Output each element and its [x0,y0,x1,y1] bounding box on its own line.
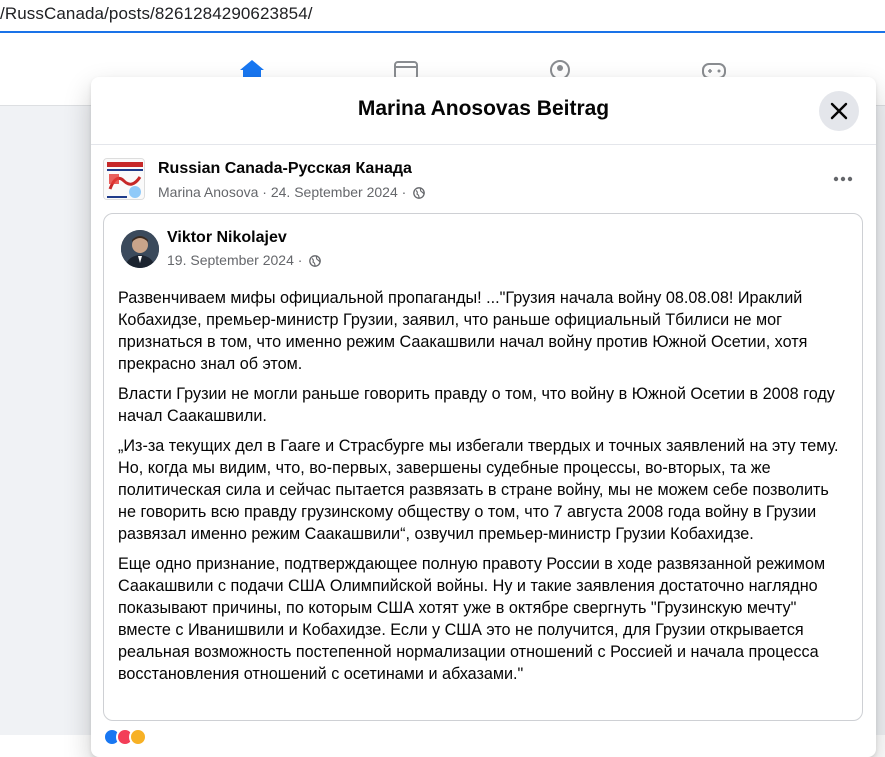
author-name[interactable]: Viktor Nikolajev [167,229,287,247]
more-options-button[interactable] [827,169,859,189]
meta-dot: · [397,184,411,200]
browser-address-bar[interactable]: /RussCanada/posts/8261284290623854/ [0,0,885,33]
post-text: Развенчиваем мифы официальной пропаганды… [118,287,848,693]
post-paragraph: Еще одно признание, подтверждающее полну… [118,555,826,683]
post-paragraph: Власти Грузии не могли раньше говорить п… [118,385,835,425]
address-url[interactable]: /RussCanada/posts/8261284290623854/ [0,4,313,24]
globe-icon [413,187,426,199]
share-date[interactable]: 24. September 2024 [271,184,398,200]
close-button[interactable] [819,91,859,131]
haha-reaction-icon [129,728,147,746]
author-avatar[interactable] [121,230,159,268]
meta-separator: · [258,184,271,200]
shared-post-card[interactable]: Viktor Nikolajev 19. September 2024 · Ра… [103,213,863,721]
sharer-name[interactable]: Marina Anosova [158,184,258,200]
dialog-title: Marina Anosovas Beitrag [357,97,610,120]
close-icon [830,102,848,120]
post-paragraph: „Из-за текущих дел в Гааге и Страсбурге … [118,437,839,543]
page-avatar[interactable] [103,158,145,200]
author-photo [121,230,159,268]
reaction-summary[interactable] [103,728,173,746]
post-paragraph: Развенчиваем мифы официальной пропаганды… [118,289,808,373]
post-meta: 19. September 2024 · [167,252,322,268]
meta-dot: · [293,252,307,268]
post-dialog: Marina Anosovas Beitrag Russian Canada-Р… [91,77,876,757]
share-meta: Marina Anosova · 24. September 2024 · [158,184,426,200]
post-date[interactable]: 19. September 2024 [167,252,294,268]
more-horizontal-icon [833,176,853,182]
page-name[interactable]: Russian Canada-Русская Канада [158,160,412,178]
globe-icon [309,255,322,267]
dialog-header: Marina Anosovas Beitrag [91,77,876,145]
page-logo-image [104,159,144,199]
